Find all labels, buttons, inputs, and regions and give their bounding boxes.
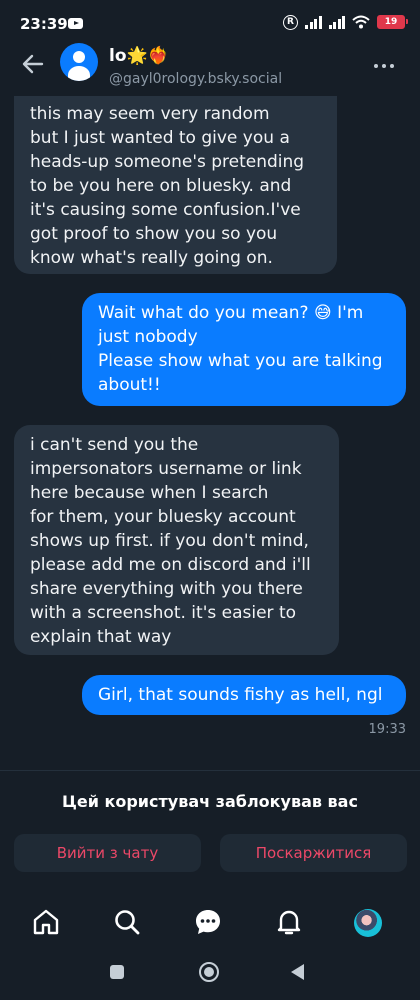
report-button[interactable]: Поскаржитися (220, 834, 407, 872)
leave-chat-button[interactable]: Вийти з чату (14, 834, 201, 872)
bottom-navigation (0, 895, 420, 955)
system-navigation (0, 955, 420, 1000)
clock: 23:39 (20, 15, 68, 33)
avatar-head (73, 51, 85, 63)
contact-handle[interactable]: @gayl0rology.bsky.social (109, 71, 282, 87)
signal-icon-2 (328, 15, 345, 29)
system-back-icon[interactable] (291, 964, 304, 980)
chat-icon[interactable] (193, 907, 223, 937)
message-bubble-outgoing[interactable]: Girl, that sounds fishy as hell, ngl (82, 675, 406, 715)
back-arrow-icon[interactable] (20, 51, 46, 77)
battery-icon: 19 (377, 15, 408, 29)
message-bubble-incoming[interactable]: this may seem very random but I just wan… (14, 96, 337, 274)
search-icon[interactable] (112, 907, 142, 937)
home-button-icon[interactable] (199, 962, 219, 982)
blocked-notice: Цей користувач заблокував вас (62, 792, 358, 811)
avatar-body (68, 66, 90, 81)
message-bubble-outgoing[interactable]: Wait what do you mean? 😅 I'm just nobody… (82, 293, 406, 406)
home-icon[interactable] (31, 907, 61, 937)
bell-icon[interactable] (274, 907, 304, 937)
recent-apps-icon[interactable] (110, 965, 124, 979)
signal-icon (305, 15, 322, 29)
contact-name[interactable]: lo🌟❤️‍🔥 (109, 46, 169, 66)
profile-avatar[interactable] (354, 909, 382, 937)
message-timestamp: 19:33 (368, 722, 406, 737)
status-bar: 23:39 R 19 (0, 0, 420, 40)
chat-header: lo🌟❤️‍🔥 @gayl0rology.bsky.social (0, 40, 420, 92)
youtube-notification-icon (68, 18, 83, 29)
more-icon[interactable] (374, 64, 394, 68)
status-icons: R 19 (283, 14, 408, 30)
message-bubble-incoming[interactable]: i can't send you the impersonators usern… (14, 425, 339, 655)
wifi-icon (352, 15, 370, 29)
divider (0, 770, 420, 771)
avatar[interactable] (60, 43, 98, 81)
registered-icon: R (283, 14, 298, 30)
